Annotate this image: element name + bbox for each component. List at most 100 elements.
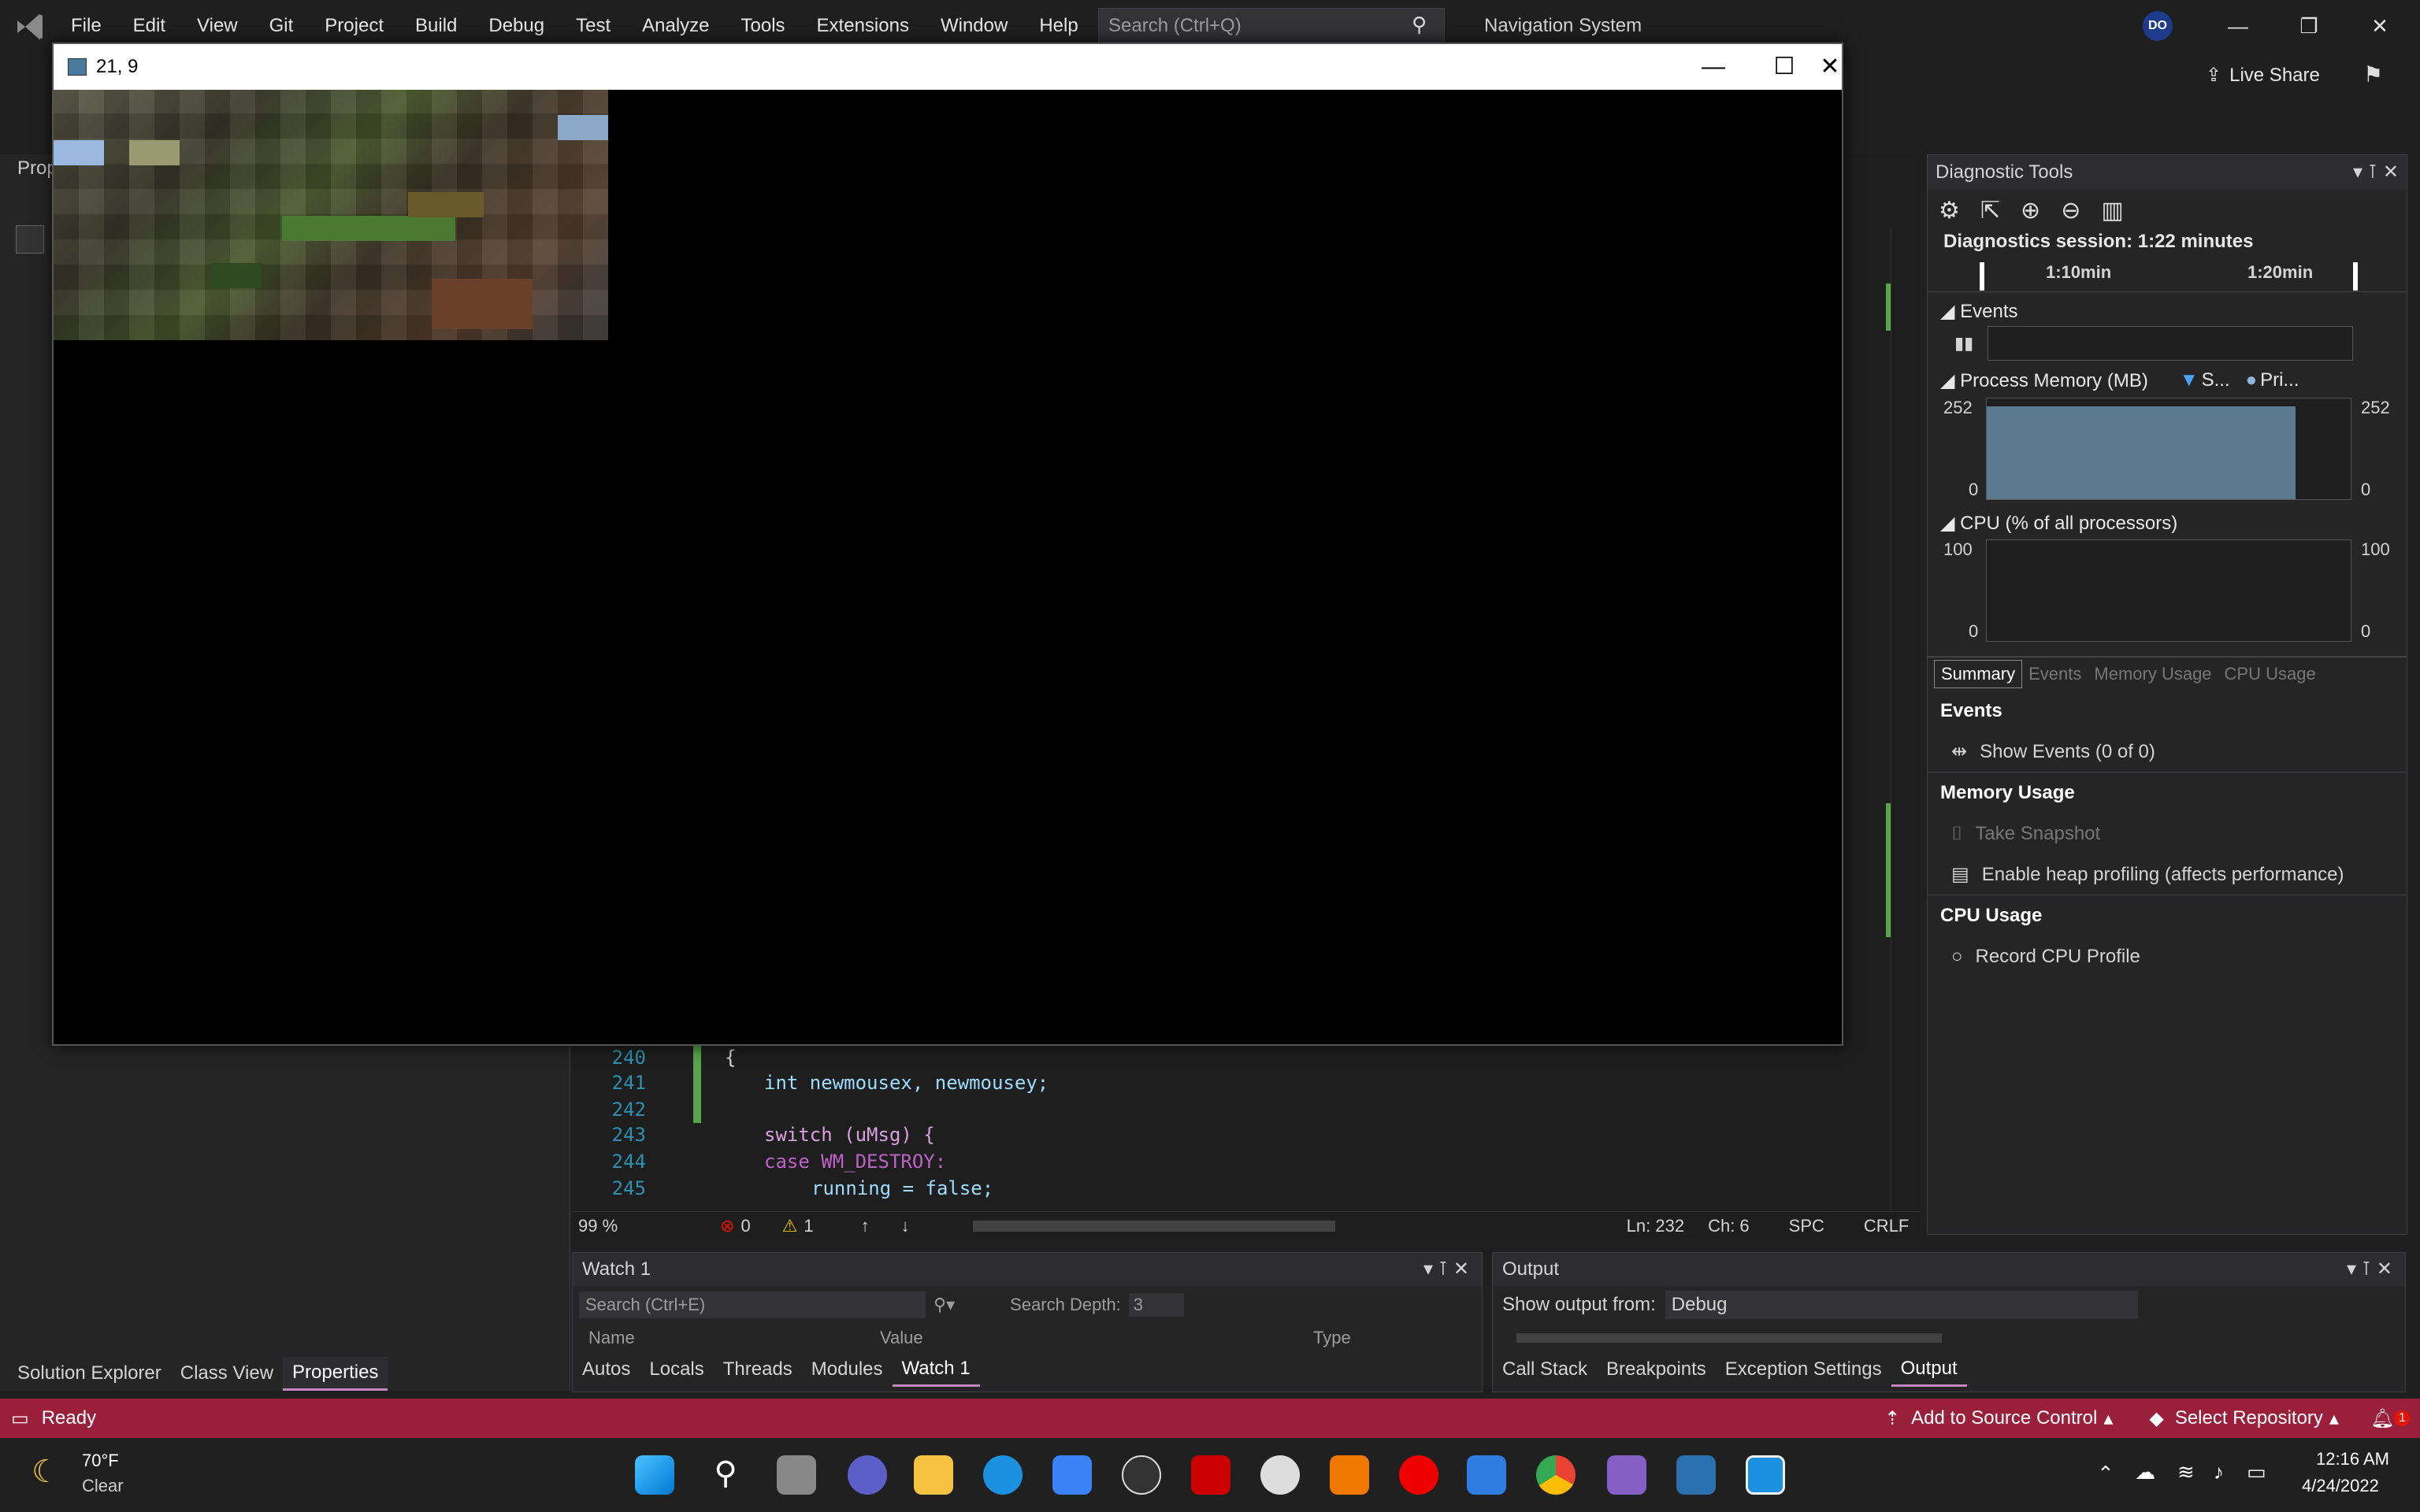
export-icon[interactable]: ⇱ <box>1980 197 2000 224</box>
weather-moon-icon[interactable]: ☾ <box>32 1454 60 1490</box>
chevron-up-icon[interactable]: ▴ <box>2329 1407 2339 1430</box>
avatar[interactable]: DO <box>2143 11 2173 41</box>
zoom-in-icon[interactable]: ⊕ <box>2021 197 2040 224</box>
battery-icon[interactable]: ▭ <box>2247 1460 2266 1484</box>
clock-icon[interactable] <box>1260 1455 1300 1495</box>
tab-memory-usage[interactable]: Memory Usage <box>2088 661 2218 687</box>
tab-summary[interactable]: Summary <box>1934 660 2023 688</box>
teams-chat-icon[interactable] <box>848 1455 887 1495</box>
vs-logo-icon[interactable] <box>14 11 46 43</box>
categorized-icon[interactable] <box>16 225 44 254</box>
chart-icon[interactable]: ▥ <box>2101 197 2123 224</box>
output-h-scrollbar[interactable] <box>1516 1333 1942 1343</box>
tab-watch1[interactable]: Watch 1 <box>892 1353 980 1387</box>
watch-search-input[interactable]: Search (Ctrl+E) <box>579 1292 926 1318</box>
tab-locals[interactable]: Locals <box>640 1354 713 1385</box>
zoom-out-icon[interactable]: ⊖ <box>2061 197 2080 224</box>
prev-arrow-icon[interactable]: ↑ <box>861 1216 870 1236</box>
game-app-icon[interactable] <box>1746 1455 1785 1495</box>
store-icon[interactable] <box>1052 1455 1092 1495</box>
diag-timeline[interactable]: 1:10min 1:20min <box>1928 258 2407 292</box>
error-count[interactable]: 0 <box>740 1216 750 1236</box>
cpu-section-header[interactable]: ◢ CPU (% of all processors) <box>1928 508 2407 539</box>
windows-start-icon[interactable] <box>635 1455 674 1495</box>
volume-icon[interactable]: ♪ <box>2214 1460 2224 1484</box>
take-snapshot-button[interactable]: ⌷ Take Snapshot <box>1928 813 2407 854</box>
memory-chart[interactable]: 252 0 252 0 <box>1928 398 2407 508</box>
add-source-control[interactable]: Add to Source Control <box>1911 1407 2097 1429</box>
watch-pin-icon[interactable]: ▾ ⊺ ✕ <box>1423 1253 1469 1286</box>
visual-studio-icon[interactable] <box>1607 1455 1646 1495</box>
settings-gear-icon[interactable]: ⚙ <box>1939 197 1960 224</box>
spacing-mode[interactable]: SPC <box>1789 1216 1824 1236</box>
diag-window-icons[interactable]: ▾ ⊺ ✕ <box>2353 155 2399 190</box>
task-view-icon[interactable] <box>777 1455 816 1495</box>
clock-time[interactable]: 12:16 AM <box>2316 1449 2389 1469</box>
output-source-select[interactable]: Debug <box>1665 1291 2138 1319</box>
chrome-icon[interactable] <box>1536 1455 1576 1495</box>
close-icon[interactable]: ✕ <box>2344 0 2415 52</box>
restore-icon[interactable]: ❐ <box>2273 0 2344 52</box>
search-icon[interactable]: ⚲ <box>706 1455 745 1495</box>
tab-breakpoints[interactable]: Breakpoints <box>1597 1354 1716 1385</box>
select-repository[interactable]: Select Repository <box>2175 1407 2323 1429</box>
vlc-icon[interactable] <box>1330 1455 1369 1495</box>
tab-solution-explorer[interactable]: Solution Explorer <box>8 1358 171 1389</box>
tab-exception-settings[interactable]: Exception Settings <box>1716 1354 1891 1385</box>
watch-search-depth[interactable]: 3 <box>1128 1293 1184 1317</box>
minimize-icon[interactable]: — <box>2203 0 2273 52</box>
weather-temp[interactable]: 70°F <box>82 1451 119 1471</box>
chevron-up-icon[interactable]: ▴ <box>2103 1407 2113 1430</box>
editor-scrollbar[interactable] <box>1891 228 1913 1213</box>
tab-threads[interactable]: Threads <box>714 1354 802 1385</box>
game-close-icon[interactable]: ✕ <box>1818 44 1842 90</box>
tab-properties[interactable]: Properties <box>283 1356 388 1391</box>
search-input[interactable]: Search (Ctrl+Q) <box>1098 8 1445 44</box>
warning-icon[interactable]: ⚠ <box>782 1216 798 1236</box>
col-type[interactable]: Type <box>1313 1328 1351 1348</box>
tab-diag-events[interactable]: Events <box>2022 661 2088 687</box>
col-value[interactable]: Value <box>880 1328 1313 1348</box>
heap-profiling-button[interactable]: ▤ Enable heap profiling (affects perform… <box>1928 854 2407 895</box>
game-minimize-icon[interactable]: — <box>1678 44 1749 90</box>
memory-section-header[interactable]: ◢ Process Memory (MB) ▼ S... ● Pri... <box>1928 363 2407 398</box>
photos-icon[interactable] <box>1676 1455 1716 1495</box>
h-scrollbar[interactable] <box>972 1220 1335 1232</box>
warning-count[interactable]: 1 <box>804 1216 813 1236</box>
game-window[interactable]: 21, 9 — ☐ ✕ <box>52 43 1843 1046</box>
error-icon[interactable]: ⊗ <box>720 1216 734 1236</box>
tab-cpu-usage[interactable]: CPU Usage <box>2218 661 2322 687</box>
tray-chevron-icon[interactable]: ⌃ <box>2097 1462 2114 1486</box>
output-pin-icon[interactable]: ▾ ⊺ ✕ <box>2347 1253 2392 1286</box>
tab-call-stack[interactable]: Call Stack <box>1493 1354 1597 1385</box>
todo-icon[interactable] <box>1467 1455 1506 1495</box>
dell-icon[interactable] <box>1122 1455 1161 1495</box>
tab-modules[interactable]: Modules <box>802 1354 893 1385</box>
edge-icon[interactable] <box>983 1455 1023 1495</box>
youtube-music-icon[interactable] <box>1399 1455 1438 1495</box>
mcafee-icon[interactable] <box>1191 1455 1230 1495</box>
tab-class-view[interactable]: Class View <box>171 1358 283 1389</box>
pause-icon[interactable]: ▮▮ <box>1954 333 1973 354</box>
notification-bell-icon[interactable]: 🔔︎ <box>2370 1407 2394 1430</box>
record-cpu-button[interactable]: ○ Record CPU Profile <box>1928 936 2407 977</box>
watch-search-icon[interactable]: ⚲▾ <box>933 1295 955 1315</box>
feedback-icon[interactable]: ⚑ <box>2363 61 2383 87</box>
tab-autos[interactable]: Autos <box>573 1354 640 1385</box>
cpu-chart[interactable]: 100 0 100 0 <box>1928 539 2407 650</box>
weather-desc[interactable]: Clear <box>82 1476 124 1496</box>
next-arrow-icon[interactable]: ↓ <box>901 1216 910 1236</box>
tab-output[interactable]: Output <box>1891 1353 1967 1387</box>
game-window-titlebar[interactable]: 21, 9 — ☐ ✕ <box>54 44 1842 90</box>
live-share-button[interactable]: ⇪ Live Share <box>2206 61 2320 90</box>
show-events-link[interactable]: ⇹ Show Events (0 of 0) <box>1928 732 2407 773</box>
file-explorer-icon[interactable] <box>914 1455 953 1495</box>
col-name[interactable]: Name <box>588 1328 880 1348</box>
zoom-level[interactable]: 99 % <box>578 1216 657 1236</box>
line-ending[interactable]: CRLF <box>1864 1216 1909 1236</box>
onedrive-icon[interactable]: ☁ <box>2135 1460 2155 1484</box>
events-section-header[interactable]: ◢ Events <box>1928 292 2407 324</box>
clock-date[interactable]: 4/24/2022 <box>2302 1476 2379 1496</box>
game-maximize-icon[interactable]: ☐ <box>1749 44 1820 90</box>
wifi-icon[interactable]: ≋ <box>2177 1460 2195 1484</box>
